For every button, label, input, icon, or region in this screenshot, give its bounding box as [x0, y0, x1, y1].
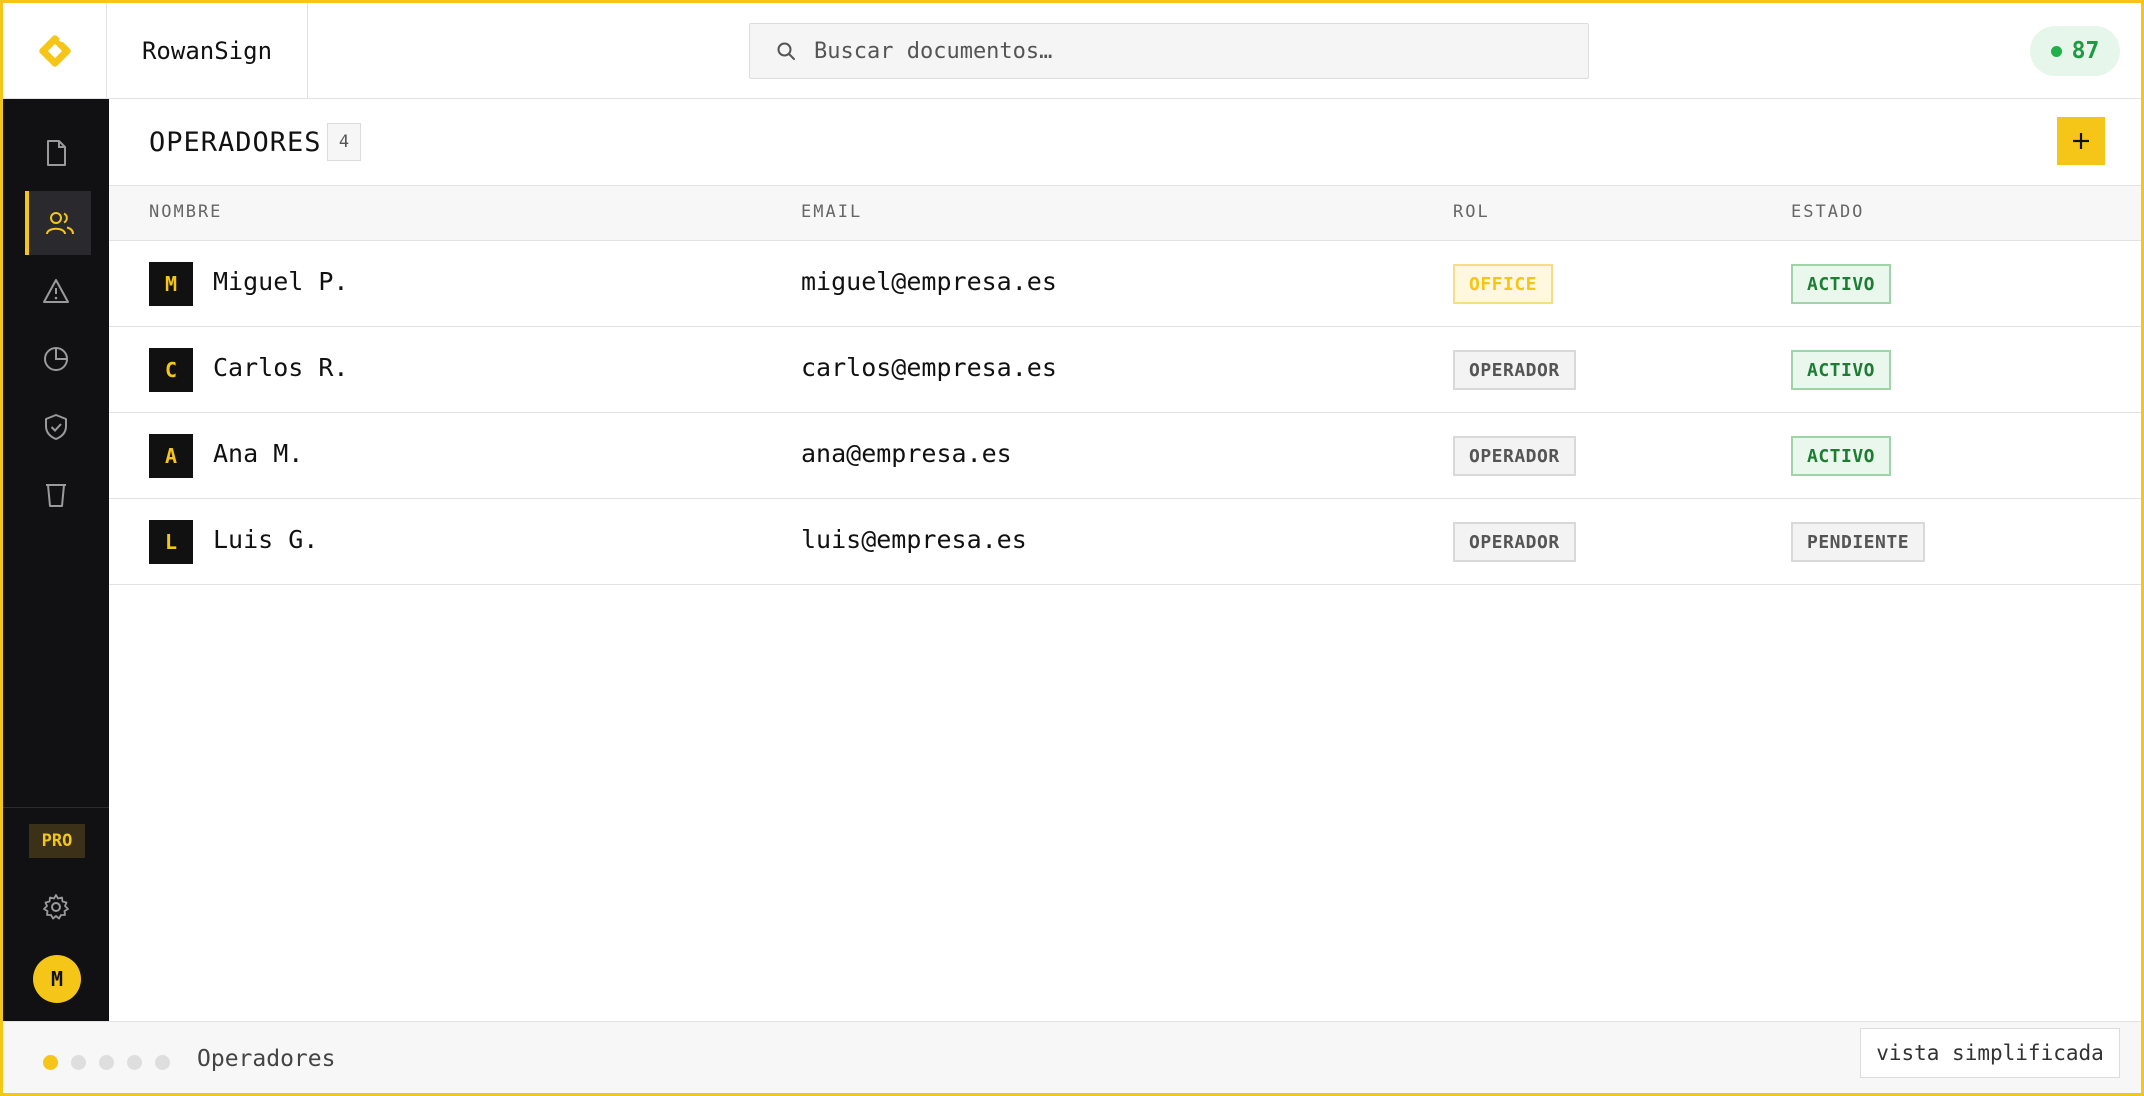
- sidebar-item-trash[interactable]: [23, 463, 89, 527]
- simplified-view-button[interactable]: vista simplificada: [1860, 1028, 2120, 1078]
- row-name: Luis G.: [213, 525, 319, 554]
- gear-icon: [43, 894, 69, 920]
- sidebar-item-users[interactable]: [25, 191, 91, 255]
- role-badge: OPERADOR: [1453, 522, 1576, 562]
- file-icon: [47, 140, 66, 166]
- sidebar: PRO M: [3, 99, 109, 1021]
- row-email: ana@empresa.es: [801, 439, 1012, 468]
- trash-icon: [46, 484, 66, 507]
- status-dot-icon: [2050, 45, 2062, 57]
- step-dot[interactable]: [43, 1055, 58, 1070]
- status-badge: ACTIVO: [1791, 264, 1892, 304]
- page-header: OPERADORES 4: [109, 99, 2141, 185]
- plan-badge: PRO: [29, 824, 85, 858]
- row-avatar: C: [149, 348, 193, 392]
- count-badge: 4: [327, 123, 361, 161]
- role-badge: OPERADOR: [1453, 350, 1576, 390]
- sidebar-divider: [3, 807, 109, 808]
- row-email: carlos@empresa.es: [801, 353, 1057, 382]
- settings-button[interactable]: [41, 892, 71, 922]
- column-header-role[interactable]: ROL: [1453, 202, 1490, 222]
- user-avatar[interactable]: M: [33, 955, 81, 1003]
- row-avatar: A: [149, 434, 193, 478]
- add-operator-button[interactable]: [2057, 117, 2105, 165]
- row-avatar: M: [149, 262, 193, 306]
- row-name: Carlos R.: [213, 353, 349, 382]
- search-input[interactable]: [814, 38, 1554, 64]
- sidebar-item-documents[interactable]: [23, 121, 89, 185]
- shield-check-icon: [45, 414, 67, 440]
- status-badge: ACTIVO: [1791, 350, 1892, 390]
- table-row[interactable]: A Ana M. ana@empresa.es OPERADOR ACTIVO: [109, 413, 2141, 499]
- footer-bar: Operadores vista simplificada: [3, 1021, 2141, 1093]
- row-name: Ana M.: [213, 439, 304, 468]
- sidebar-item-alerts[interactable]: [23, 259, 89, 323]
- column-header-name[interactable]: NOMBRE: [149, 202, 222, 222]
- row-email: miguel@empresa.es: [801, 267, 1057, 296]
- counter-value: 87: [2071, 38, 2100, 64]
- search-icon: [776, 40, 798, 62]
- column-header-status[interactable]: ESTADO: [1791, 202, 1864, 222]
- rowan-diamond-logo-icon: [38, 34, 71, 67]
- role-badge: OPERADOR: [1453, 436, 1576, 476]
- table-row[interactable]: M Miguel P. miguel@empresa.es OFFICE ACT…: [109, 241, 2141, 327]
- status-counter[interactable]: 87: [2030, 26, 2120, 76]
- plus-icon: [2073, 133, 2089, 149]
- row-email: luis@empresa.es: [801, 525, 1027, 554]
- page-title: OPERADORES: [149, 127, 322, 158]
- footer-section-label: Operadores: [197, 1046, 336, 1072]
- main-content: OPERADORES 4 NOMBRE EMAIL ROL ESTADO M M…: [109, 99, 2141, 1021]
- app-frame: RowanSign 87: [0, 0, 2144, 1096]
- sidebar-item-security[interactable]: [23, 395, 89, 459]
- row-avatar: L: [149, 520, 193, 564]
- status-badge: PENDIENTE: [1791, 522, 1926, 562]
- status-badge: ACTIVO: [1791, 436, 1892, 476]
- top-bar: RowanSign 87: [3, 3, 2141, 99]
- pie-chart-icon: [44, 347, 68, 371]
- sidebar-item-reports[interactable]: [23, 327, 89, 391]
- app-name: RowanSign: [107, 3, 308, 98]
- step-indicator: [43, 1055, 170, 1070]
- step-dot[interactable]: [155, 1055, 170, 1070]
- search-bar[interactable]: [749, 23, 1589, 79]
- logo[interactable]: [3, 3, 107, 98]
- table-row[interactable]: C Carlos R. carlos@empresa.es OPERADOR A…: [109, 327, 2141, 413]
- step-dot[interactable]: [71, 1055, 86, 1070]
- table-header: NOMBRE EMAIL ROL ESTADO: [109, 185, 2141, 241]
- step-dot[interactable]: [99, 1055, 114, 1070]
- users-icon: [46, 212, 74, 235]
- role-badge: OFFICE: [1453, 264, 1554, 304]
- row-name: Miguel P.: [213, 267, 349, 296]
- column-header-email[interactable]: EMAIL: [801, 202, 862, 222]
- operators-table: NOMBRE EMAIL ROL ESTADO M Miguel P. migu…: [109, 185, 2141, 585]
- table-row[interactable]: L Luis G. luis@empresa.es OPERADOR PENDI…: [109, 499, 2141, 585]
- alert-triangle-icon: [43, 279, 69, 303]
- step-dot[interactable]: [127, 1055, 142, 1070]
